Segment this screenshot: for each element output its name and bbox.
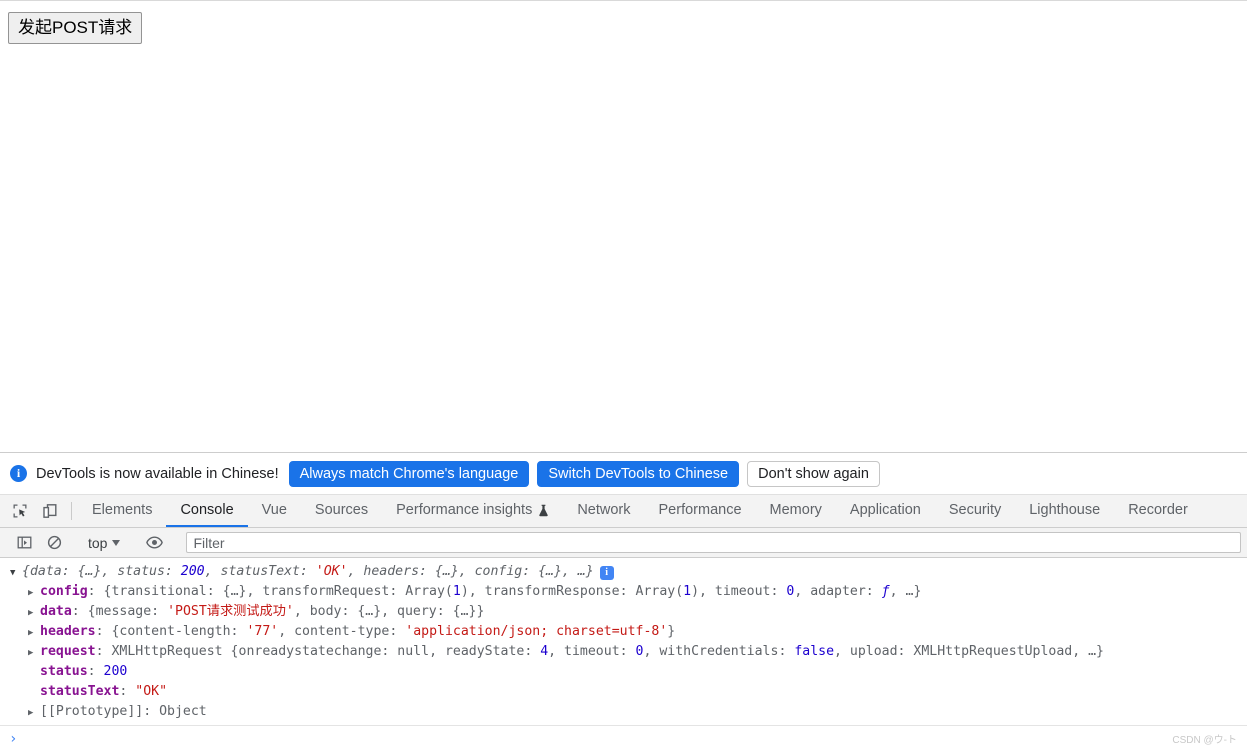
beaker-icon [539, 504, 549, 516]
tab-label: Network [577, 502, 631, 518]
console-property-row[interactable]: status: 200 [0, 662, 1247, 682]
tab-label: Lighthouse [1029, 502, 1101, 518]
tab-label: Recorder [1128, 502, 1188, 518]
expand-triangle-icon[interactable]: ▶ [28, 703, 40, 722]
property-key: data [40, 604, 72, 619]
tab-recorder[interactable]: Recorder [1114, 495, 1202, 527]
console-property-row[interactable]: ▶ request: XMLHttpRequest {onreadystatec… [0, 642, 1247, 662]
property-value: Object [159, 704, 207, 719]
prompt-caret-icon: › [9, 731, 18, 747]
property-separator: : [119, 684, 136, 699]
switch-devtools-to-chinese-button[interactable]: Switch DevTools to Chinese [537, 460, 740, 487]
property-separator: : [87, 664, 104, 679]
tab-label: Sources [314, 502, 369, 518]
tab-label: Memory [769, 502, 822, 518]
web-page-viewport: 发起POST请求 [0, 0, 1247, 452]
tab-lighthouse[interactable]: Lighthouse [1015, 495, 1114, 527]
devtools-language-infobar: i DevTools is now available in Chinese! … [0, 453, 1247, 495]
property-value: "OK" [135, 684, 168, 699]
property-separator: : [95, 644, 112, 659]
console-property-row[interactable]: ▶ headers: {content-length: '77', conten… [0, 622, 1247, 642]
property-key: [[Prototype]] [40, 704, 144, 719]
property-separator: : [95, 624, 112, 639]
property-separator: : [71, 604, 88, 619]
property-value: XMLHttpRequest {onreadystatechange: null… [111, 644, 1104, 659]
tab-performance[interactable]: Performance [645, 495, 756, 527]
dont-show-again-button[interactable]: Don't show again [747, 460, 880, 487]
console-object-preview: {data: {…}, status: 200, statusText: 'OK… [22, 564, 594, 579]
tab-label: Console [180, 502, 234, 518]
tab-console[interactable]: Console [166, 495, 248, 527]
property-key: request [40, 644, 96, 659]
expand-triangle-icon[interactable]: ▶ [28, 623, 40, 642]
tab-network[interactable]: Network [563, 495, 644, 527]
expand-triangle-icon[interactable]: ▶ [28, 603, 40, 622]
property-key: config [40, 584, 88, 599]
expand-triangle-icon[interactable]: ▼ [10, 563, 22, 582]
inspect-element-icon[interactable] [5, 495, 35, 527]
tab-label: Security [948, 502, 1002, 518]
always-match-chrome-language-button[interactable]: Always match Chrome's language [288, 460, 530, 487]
console-filter-input[interactable] [186, 532, 1241, 553]
console-property-row[interactable]: ▶ data: {message: 'POST请求测试成功', body: {…… [0, 602, 1247, 622]
expand-triangle-icon[interactable]: ▶ [28, 643, 40, 662]
watermark: CSDN @ウ-ト [1172, 735, 1237, 746]
tab-application[interactable]: Application [836, 495, 935, 527]
expand-triangle-icon[interactable]: ▶ [28, 583, 40, 602]
console-property-row[interactable]: ▶ config: {transitional: {…}, transformR… [0, 582, 1247, 602]
console-output: ▼ {data: {…}, status: 200, statusText: '… [0, 558, 1247, 725]
tab-vue[interactable]: Vue [248, 495, 301, 527]
property-value: {transitional: {…}, transformRequest: Ar… [103, 584, 922, 599]
console-property-row[interactable]: statusText: "OK" [0, 682, 1247, 702]
console-context-label: top [88, 534, 108, 551]
console-message-root[interactable]: ▼ {data: {…}, status: 200, statusText: '… [0, 562, 1247, 582]
tab-elements[interactable]: Elements [78, 495, 166, 527]
console-prompt-row[interactable]: › CSDN @ウ-ト [0, 725, 1247, 752]
property-key: status [40, 664, 88, 679]
devtools-panel: i DevTools is now available in Chinese! … [0, 452, 1247, 752]
send-post-request-button[interactable]: 发起POST请求 [8, 12, 143, 44]
tab-label: Performance insights [396, 502, 533, 518]
toolbar-divider [71, 502, 72, 520]
tab-label: Application [849, 502, 921, 518]
chevron-down-icon [112, 539, 121, 546]
console-prototype-row[interactable]: ▶ [[Prototype]]: Object [0, 702, 1247, 722]
property-separator: : [143, 704, 160, 719]
property-separator: : [87, 584, 104, 599]
tab-label: Vue [261, 502, 287, 518]
console-toolbar: top [0, 528, 1247, 558]
tab-memory[interactable]: Memory [756, 495, 836, 527]
console-sidebar-icon[interactable] [9, 535, 39, 550]
property-key: headers [40, 624, 96, 639]
tab-label: Elements [92, 502, 153, 518]
property-value: {message: 'POST请求测试成功', body: {…}, query… [87, 604, 485, 619]
property-value: {content-length: '77', content-type: 'ap… [111, 624, 676, 639]
tab-sources[interactable]: Sources [301, 495, 382, 527]
tab-security[interactable]: Security [935, 495, 1015, 527]
property-key: statusText [40, 684, 120, 699]
tab-label: Performance [658, 502, 742, 518]
clear-console-icon[interactable] [39, 535, 69, 550]
tab-performance-insights[interactable]: Performance insights [382, 495, 563, 527]
live-expression-icon[interactable] [139, 536, 169, 549]
device-toolbar-icon[interactable] [35, 495, 65, 527]
infobar-message: DevTools is now available in Chinese! [36, 465, 279, 482]
info-badge-icon[interactable]: i [599, 566, 614, 580]
console-context-selector[interactable]: top [82, 535, 126, 551]
info-icon: i [10, 465, 27, 482]
devtools-tab-strip: Elements Console Vue Sources Performance… [0, 495, 1247, 528]
property-value: 200 [103, 664, 128, 679]
